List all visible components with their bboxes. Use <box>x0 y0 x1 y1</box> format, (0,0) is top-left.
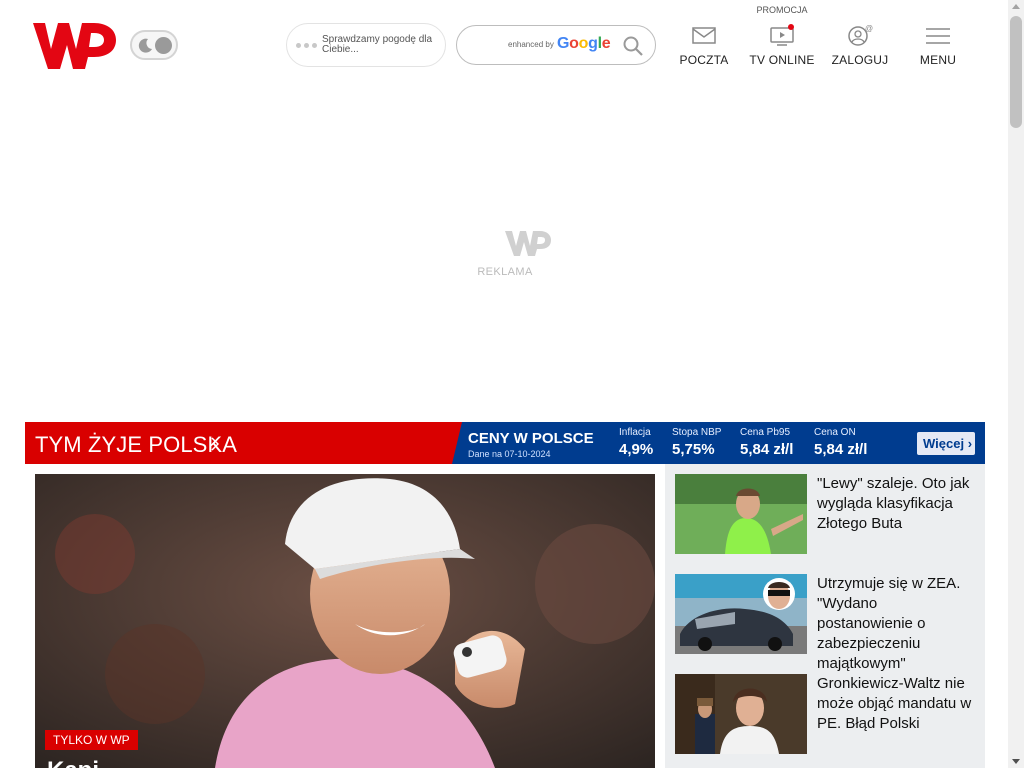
hero-headline[interactable]: Kapi... <box>47 757 119 768</box>
ad-slot[interactable]: REKLAMA <box>25 90 985 420</box>
stat-value: 4,9% <box>619 441 654 458</box>
chevron-right-icon <box>211 437 219 451</box>
more-button[interactable]: Więcej › <box>917 432 975 455</box>
news-thumbnail <box>675 674 807 754</box>
site-header: Sprawdzamy pogodę dla Ciebie... enhanced… <box>0 0 1008 90</box>
stat-cena-on: Cena ON 5,84 zł/l <box>814 427 867 458</box>
promo-label: PROMOCJA <box>756 5 808 15</box>
section-header-tip <box>452 422 462 464</box>
news-thumbnail <box>675 474 807 554</box>
nav-menu-label: MENU <box>919 53 957 67</box>
ad-label: REKLAMA <box>477 266 533 278</box>
stat-value: 5,84 zł/l <box>814 441 868 458</box>
scrollbar-thumb[interactable] <box>1010 16 1022 128</box>
user-icon: @ <box>848 24 873 46</box>
enhanced-by-label: enhanced by <box>508 40 554 49</box>
weather-text: Sprawdzamy pogodę dla Ciebie... <box>322 34 433 55</box>
svg-text:@: @ <box>865 24 873 33</box>
moon-icon <box>138 38 152 53</box>
hero-article[interactable]: TYLKO W WP Kapi... <box>35 474 655 768</box>
loading-dots <box>296 43 317 48</box>
mail-icon <box>692 27 716 44</box>
hero-image <box>35 474 655 768</box>
stat-key: Inflacja <box>619 427 651 438</box>
dark-mode-toggle[interactable] <box>130 30 178 60</box>
search-icon[interactable] <box>623 36 643 56</box>
stat-key: Stopa NBP <box>672 427 722 438</box>
chevron-right-icon: › <box>967 436 973 451</box>
stat-cena-pb95: Cena Pb95 5,84 zł/l <box>740 427 793 458</box>
prices-title: CENY W POLSCE <box>468 430 594 447</box>
nav-poczta-label: POCZTA <box>679 53 729 67</box>
prices-date: Dane na 07-10-2024 <box>468 449 551 459</box>
stat-key: Cena Pb95 <box>740 427 791 438</box>
news-title[interactable]: "Lewy" szaleje. Oto jak wygląda klasyfik… <box>817 474 975 534</box>
toggle-knob <box>155 37 172 54</box>
nav-zaloguj-label: ZALOGUJ <box>831 53 889 67</box>
hamburger-icon <box>926 28 950 44</box>
page-scrollbar[interactable] <box>1008 0 1024 768</box>
stat-value: 5,84 zł/l <box>740 441 794 458</box>
weather-widget[interactable]: Sprawdzamy pogodę dla Ciebie... <box>286 23 446 67</box>
stat-value: 5,75% <box>672 441 715 458</box>
nav-tv-label: TV ONLINE <box>749 53 815 67</box>
wp-logo[interactable] <box>31 19 117 71</box>
info-banner: TYM ŻYJE POLSKA CENY W POLSCE Dane na 07… <box>25 422 985 464</box>
scroll-up-arrow-icon[interactable] <box>1012 4 1020 9</box>
stat-inflacja: Inflacja 4,9% <box>619 427 653 458</box>
google-logo: Google <box>557 35 611 52</box>
wp-placeholder-logo <box>505 231 551 256</box>
side-news-list: "Lewy" szaleje. Oto jak wygląda klasyfik… <box>665 464 985 768</box>
news-item[interactable]: Gronkiewicz-Waltz nie może objąć mandatu… <box>675 674 975 754</box>
nav-poczta[interactable]: POCZTA <box>669 20 739 70</box>
nav-zaloguj[interactable]: @ ZALOGUJ <box>825 20 895 70</box>
scroll-down-arrow-icon[interactable] <box>1012 759 1020 764</box>
nav-tv-online[interactable]: TV ONLINE <box>747 20 817 70</box>
stat-key: Cena ON <box>814 427 856 438</box>
stat-stopa-nbp: Stopa NBP 5,75% <box>672 427 721 458</box>
news-item[interactable]: "Lewy" szaleje. Oto jak wygląda klasyfik… <box>675 474 975 554</box>
nav-menu[interactable]: MENU <box>903 20 973 70</box>
more-label: Więcej <box>923 436 965 451</box>
search-box[interactable]: enhanced by Google <box>456 25 656 65</box>
tv-icon <box>770 24 794 46</box>
section-title[interactable]: TYM ŻYJE POLSKA <box>35 432 237 458</box>
news-title[interactable]: Utrzymuje się w ZEA. "Wydano postanowien… <box>817 574 975 674</box>
news-title[interactable]: Gronkiewicz-Waltz nie może objąć mandatu… <box>817 674 975 734</box>
news-thumbnail <box>675 574 807 654</box>
news-item[interactable]: Utrzymuje się w ZEA. "Wydano postanowien… <box>675 574 975 672</box>
exclusive-badge: TYLKO W WP <box>45 730 138 750</box>
